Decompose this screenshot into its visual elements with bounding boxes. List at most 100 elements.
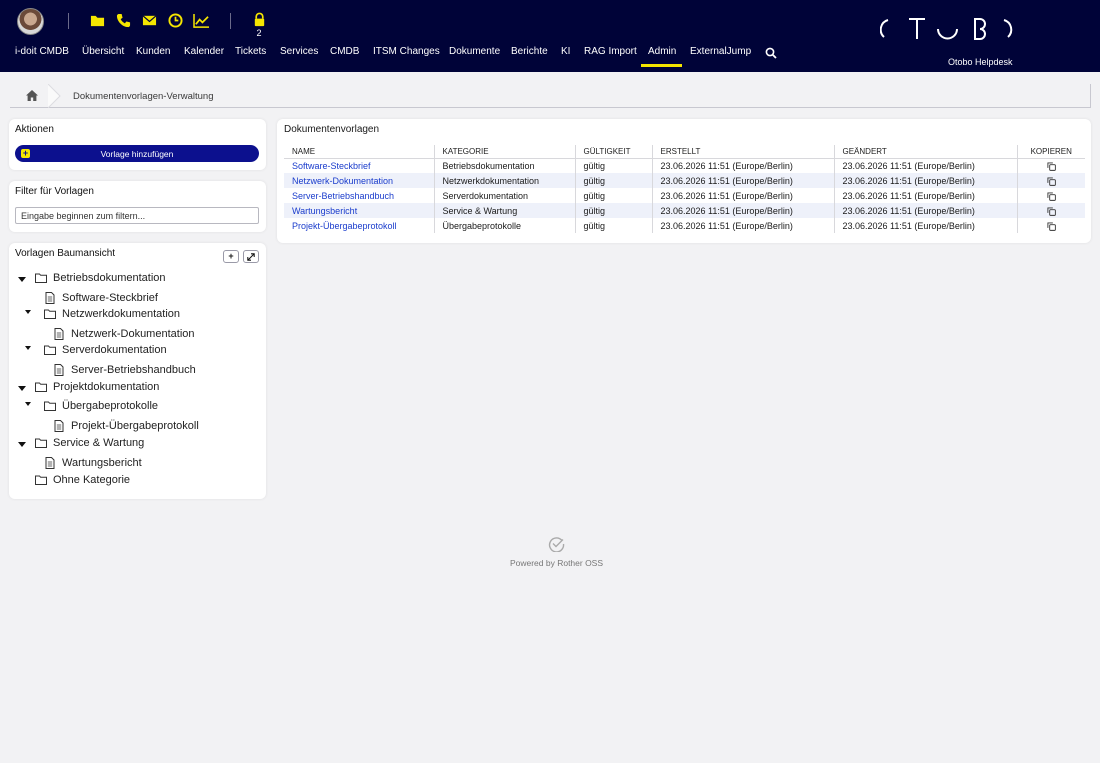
tree-folder[interactable]: Netzwerkdokumentation [44,306,180,322]
home-icon[interactable] [26,90,38,101]
template-created: 23.06.2026 11:51 (Europe/Berlin) [652,203,835,218]
expand-caret-icon[interactable] [18,277,26,282]
table-header-row: NAME KATEGORIE GÜLTIGKEIT ERSTELLT GEÄND… [284,145,1085,159]
envelope-icon[interactable] [141,12,157,28]
template-validity: gültig [575,203,653,218]
copy-icon[interactable] [1047,162,1056,171]
tree-folder[interactable]: Service & Wartung [35,435,144,451]
lock-icon[interactable] [251,11,267,27]
tree-document[interactable]: Projekt-Übergabeprotokoll [53,418,199,434]
folder-icon [35,382,47,392]
nav-item-calendar[interactable]: Kalender [184,46,224,57]
template-created: 23.06.2026 11:51 (Europe/Berlin) [652,218,835,233]
template-name-link[interactable]: Software-Steckbrief [292,161,371,171]
document-icon [54,328,64,340]
template-created: 23.06.2026 11:51 (Europe/Berlin) [652,158,835,173]
table-row: Software-Steckbrief Betriebsdokumentatio… [284,158,1085,173]
tree-folder-label: Serverdokumentation [62,344,167,356]
expand-caret-icon[interactable] [25,310,31,314]
template-category: Betriebsdokumentation [434,158,576,173]
nav-item-customers[interactable]: Kunden [136,46,170,57]
template-name-link[interactable]: Projekt-Übergabeprotokoll [292,221,397,231]
nav-item-rag-import[interactable]: RAG Import [584,46,637,57]
copy-icon[interactable] [1047,207,1056,216]
column-header-category[interactable]: KATEGORIE [434,145,576,159]
tree-document-label: Netzwerk-Dokumentation [71,328,195,340]
breadcrumb: Dokumentenvorlagen-Verwaltung [10,84,1091,108]
tree-document[interactable]: Wartungsbericht [44,455,142,471]
template-name-link[interactable]: Netzwerk-Dokumentation [292,176,393,186]
table-row: Netzwerk-Dokumentation Netzwerkdokumenta… [284,173,1085,188]
tree-folder[interactable]: Serverdokumentation [44,342,167,358]
nav-item-overview[interactable]: Übersicht [82,46,124,57]
tree-folder-label: Netzwerkdokumentation [62,308,181,320]
column-header-validity[interactable]: GÜLTIGKEIT [575,145,653,159]
nav-item-reports[interactable]: Berichte [511,46,548,57]
nav-item-ki[interactable]: KI [561,46,570,57]
template-changed: 23.06.2026 11:51 (Europe/Berlin) [834,158,1018,173]
tree-document[interactable]: Server-Betriebshandbuch [53,362,196,378]
expand-caret-icon[interactable] [18,386,26,391]
tree-document[interactable]: Software-Steckbrief [44,290,158,306]
document-icon [45,292,55,304]
filter-input[interactable] [15,207,259,224]
tree-folder[interactable]: Projektdokumentation [35,379,159,395]
table-row: Projekt-Übergabeprotokoll Übergabeprotok… [284,218,1085,233]
copy-icon[interactable] [1047,177,1056,186]
expand-caret-icon[interactable] [25,346,31,350]
tree-folder[interactable]: Übergabeprotokolle [44,398,158,414]
template-changed: 23.06.2026 11:51 (Europe/Berlin) [834,173,1018,188]
tree-panel: Vorlagen Baumansicht + Betriebsdokumenta… [9,243,266,499]
nav-item-tickets[interactable]: Tickets [235,46,266,57]
tree-document-label: Software-Steckbrief [62,292,158,304]
template-name-link[interactable]: Server-Betriebshandbuch [292,191,394,201]
tree-expand-button[interactable]: + [223,250,239,263]
folder-icon [44,345,56,355]
otobo-logo-icon [880,18,1013,40]
copy-icon[interactable] [1047,222,1056,231]
search-icon[interactable] [765,47,777,59]
nav-item-services[interactable]: Services [280,46,318,57]
column-header-changed[interactable]: GEÄNDERT [834,145,1018,159]
document-icon [54,420,64,432]
chart-icon[interactable] [192,12,210,28]
template-validity: gültig [575,188,653,203]
folder-icon [35,273,47,283]
column-header-created[interactable]: ERSTELLT [652,145,835,159]
nav-item-documents[interactable]: Dokumente [449,46,500,57]
nav-item-idoit-cmdb[interactable]: i-doit CMDB [15,46,69,57]
active-nav-indicator [641,64,682,67]
tree-folder[interactable]: Ohne Kategorie [35,472,130,488]
nav-item-cmdb[interactable]: CMDB [330,46,359,57]
clock-icon[interactable] [167,12,183,28]
tree-folder[interactable]: Betriebsdokumentation [35,270,166,286]
expand-caret-icon[interactable] [25,402,31,406]
tree-document-label: Wartungsbericht [62,457,142,469]
top-header: 2 i-doit CMDB Übersicht Kunden Kalender … [0,0,1100,72]
template-name-link[interactable]: Wartungsbericht [292,206,357,216]
header-divider [68,13,69,29]
filter-title: Filter für Vorlagen [15,186,94,197]
templates-panel: Dokumentenvorlagen NAME KATEGORIE GÜLTIG… [277,119,1091,243]
user-avatar[interactable] [17,8,44,35]
table-row: Server-Betriebshandbuch Serverdokumentat… [284,188,1085,203]
tree-document[interactable]: Netzwerk-Dokumentation [53,326,195,342]
locked-ticket-count: 2 [256,28,262,38]
tree-document-label: Server-Betriebshandbuch [71,364,196,376]
template-category: Service & Wartung [434,203,576,218]
tree-fullscreen-button[interactable] [243,250,259,263]
nav-item-admin[interactable]: Admin [648,46,676,57]
nav-item-itsm-changes[interactable]: ITSM Changes [373,46,440,57]
breadcrumb-current: Dokumentenvorlagen-Verwaltung [73,91,214,102]
column-header-name[interactable]: NAME [284,145,435,159]
copy-icon[interactable] [1047,192,1056,201]
expand-caret-icon[interactable] [18,442,26,447]
template-changed: 23.06.2026 11:51 (Europe/Berlin) [834,188,1018,203]
add-template-button[interactable]: + Vorlage hinzufügen [15,145,259,162]
nav-item-externaljump[interactable]: ExternalJump [690,46,751,57]
template-created: 23.06.2026 11:51 (Europe/Berlin) [652,173,835,188]
folder-icon[interactable] [89,12,105,28]
phone-icon[interactable] [115,12,131,28]
template-category: Übergabeprotokolle [434,218,576,233]
template-validity: gültig [575,218,653,233]
